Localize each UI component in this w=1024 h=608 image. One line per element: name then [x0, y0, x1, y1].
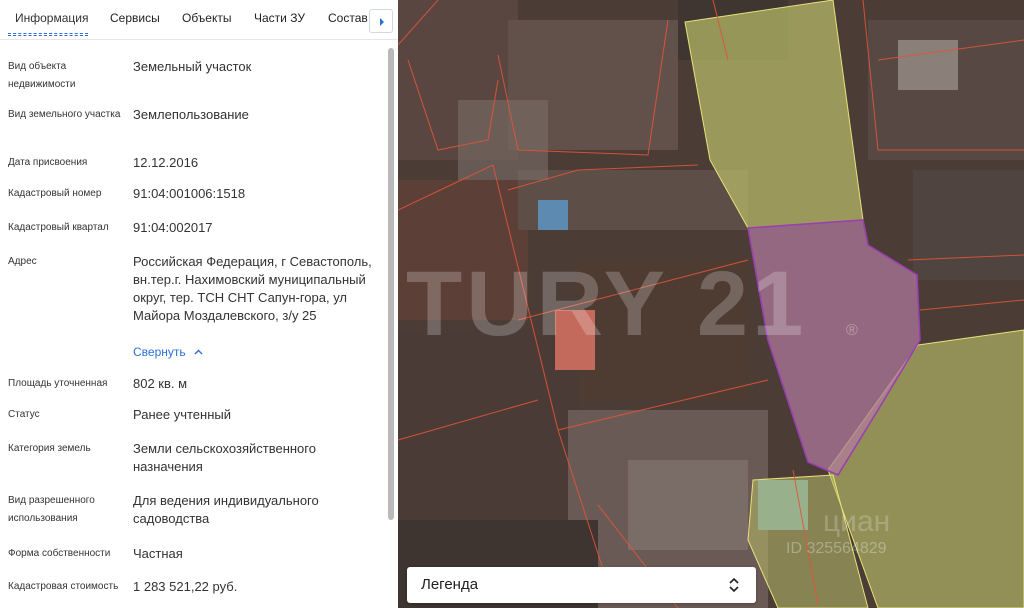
field-value: Землепользование: [133, 107, 249, 122]
watermark-registered-mark: ®: [846, 322, 858, 339]
field-label: Статус: [8, 409, 40, 420]
field-label: Кадастровый номер: [8, 188, 102, 199]
tab-information[interactable]: Информация: [15, 11, 88, 25]
watermark-text: TURY 21: [406, 253, 808, 355]
field-value[interactable]: 91:04:001006:1518: [133, 185, 385, 203]
field-label: Адрес: [8, 256, 37, 267]
field-value: Земельный участок: [133, 59, 252, 74]
field-value: Ранее учтенный: [133, 407, 231, 422]
field-label: Вид разрешенного использования: [8, 495, 95, 524]
tab-bar: Информация Сервисы Объекты Части ЗУ Сост…: [0, 0, 398, 40]
tabs-scroll-right-button[interactable]: [369, 9, 393, 33]
tab-services[interactable]: Сервисы: [110, 11, 160, 25]
tab-objects[interactable]: Объекты: [182, 11, 232, 25]
field-value: Частная: [133, 546, 183, 561]
field-label: Вид земельного участка: [8, 109, 121, 120]
cadastral-map[interactable]: TURY 21 ® циан ID 325564829: [398, 0, 1024, 608]
watermark-listing-id: ID 325564829: [786, 540, 887, 557]
scrollbar-thumb[interactable]: [388, 48, 394, 520]
info-panel: Информация Сервисы Объекты Части ЗУ Сост…: [0, 0, 398, 608]
field-value: Земли сельскохозяйственного назначения: [133, 441, 316, 474]
tab-composition[interactable]: Состав: [328, 11, 368, 25]
field-value: Для ведения индивидуального садоводства: [133, 493, 319, 526]
chevron-up-icon: [194, 349, 203, 355]
field-value[interactable]: 91:04:002017: [133, 219, 385, 237]
field-value: Российская Федерация, г Севастополь, вн.…: [133, 254, 372, 323]
field-value: 1 283 521,22 руб.: [133, 579, 238, 594]
panel-scrollbar[interactable]: [387, 48, 395, 608]
legend-label: Легенда: [421, 576, 479, 593]
field-value: 12.12.2016: [133, 155, 199, 170]
chevron-right-icon: [380, 18, 384, 26]
watermark-brand: циан: [823, 505, 891, 538]
legend-dropdown[interactable]: Легенда: [407, 567, 756, 603]
field-label: Кадастровый квартал: [8, 222, 109, 233]
field-value: 802 кв. м: [133, 376, 188, 391]
collapse-label: Свернуть: [133, 345, 186, 359]
sort-toggle-icon: [729, 577, 739, 593]
field-label: Категория земель: [8, 443, 91, 454]
field-label: Вид объекта недвижимости: [8, 61, 76, 90]
collapse-address-link[interactable]: Свернуть: [133, 345, 203, 359]
field-label: Кадастровая стоимость: [8, 581, 119, 592]
tab-land-parts[interactable]: Части ЗУ: [254, 11, 305, 25]
field-label: Площадь уточненная: [8, 378, 108, 389]
field-label: Дата присвоения: [8, 157, 88, 168]
active-tab-indicator: [8, 33, 88, 36]
field-label: Форма собственности: [8, 548, 111, 559]
